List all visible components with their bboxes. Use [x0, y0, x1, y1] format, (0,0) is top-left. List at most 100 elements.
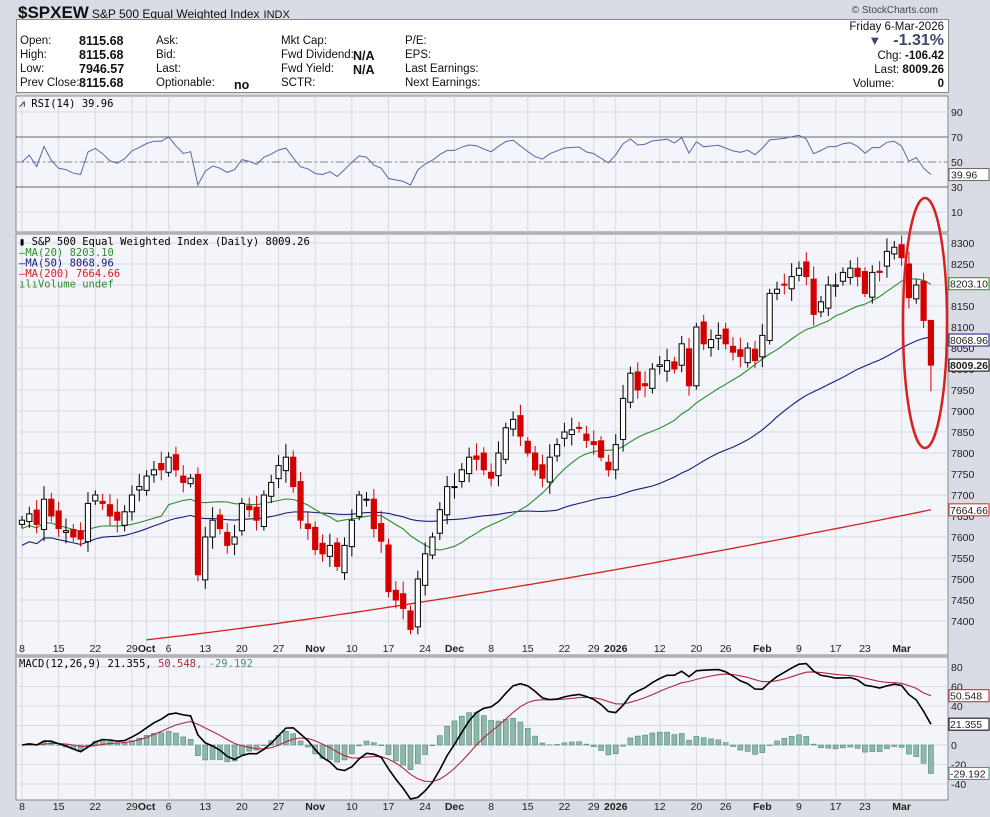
candle-body [825, 284, 832, 309]
candle-body [473, 455, 480, 460]
candle-body [451, 486, 458, 489]
macd-histogram-bar [253, 744, 260, 751]
macd-x-tick-label: Mar [892, 801, 911, 813]
rsi-legend: ⩘ RSI(14) 39.96 [19, 98, 113, 110]
macd-tick-label: -40 [951, 779, 966, 791]
macd-x-tick-label: 13 [199, 801, 211, 813]
x-tick-label: 26 [720, 643, 732, 655]
price-tag-ma200: 7664.66 [950, 505, 988, 517]
candle-body [876, 270, 883, 273]
candle [502, 422, 509, 464]
macd-legend-part: 50.548 [158, 658, 196, 670]
macd-histogram-bar [393, 744, 399, 762]
macd-x-tick-label: 24 [419, 801, 431, 813]
macd-histogram-bar [678, 733, 685, 746]
macd-histogram-bar [334, 744, 340, 763]
candle-body [40, 498, 48, 530]
rsi-tick-label: 90 [951, 107, 963, 119]
macd-histogram-bar [502, 718, 509, 746]
macd-legend-part: MACD(12,26,9) 21.355, [19, 658, 158, 670]
macd-histogram-bar [349, 744, 355, 755]
macd-histogram-bar [121, 742, 128, 746]
x-tick-label: 22 [559, 643, 571, 655]
x-tick-label: 29 [588, 643, 600, 655]
candle-body [246, 505, 253, 511]
candle-body [781, 283, 788, 286]
macd-histogram-bar [642, 734, 648, 746]
macd-histogram-bar [920, 744, 927, 764]
candle-body [832, 284, 839, 287]
macd-histogram-bar [656, 731, 663, 746]
macd-histogram-bar [539, 742, 546, 746]
candle-body [854, 267, 861, 278]
macd-histogram-bar [759, 744, 766, 753]
candle-body [913, 284, 920, 300]
candle [627, 366, 634, 409]
candle-body [759, 334, 766, 358]
price-tick-label: 8100 [951, 322, 975, 334]
macd-histogram-bar [818, 744, 824, 749]
candle-body [502, 427, 509, 460]
macd-x-tick-label: 22 [89, 801, 101, 813]
candle-body [187, 477, 194, 485]
macd-histogram-bar [568, 741, 575, 746]
candle-body [517, 415, 524, 437]
macd-histogram-bar [466, 712, 472, 746]
macd-histogram-bar [437, 735, 443, 746]
macd-histogram-bar [202, 744, 209, 761]
x-tick-label: 8 [19, 643, 25, 655]
candle-body [422, 553, 429, 586]
macd-histogram-bar [788, 735, 795, 746]
candle-body [407, 610, 414, 630]
macd-histogram-bar [532, 735, 538, 746]
rsi-tick-label: 70 [951, 132, 963, 144]
macd-histogram-bar [187, 739, 194, 746]
macd-histogram-bar [305, 744, 311, 748]
candle-body [143, 475, 150, 491]
candle-body [414, 578, 421, 628]
macd-histogram-bar [898, 744, 905, 748]
candle-body [839, 271, 847, 282]
candle-body [488, 471, 495, 479]
rsi-tick-label: 10 [951, 207, 963, 219]
macd-tick-label: 0 [951, 740, 957, 752]
macd-histogram-bar [796, 734, 802, 746]
candle-body [810, 278, 817, 315]
x-tick-label: Oct [138, 643, 156, 655]
candle-body [524, 440, 531, 454]
macd-x-tick-label: 15 [522, 801, 534, 813]
price-tick-label: 8250 [951, 259, 975, 271]
macd-histogram-bar [722, 742, 729, 746]
candle-body [436, 509, 443, 534]
macd-x-tick-label: Feb [753, 801, 772, 813]
candle [693, 322, 700, 390]
macd-histogram-bar [517, 721, 524, 746]
price-tick-label: 7900 [951, 406, 975, 418]
x-tick-label: Feb [753, 643, 772, 655]
chart-canvas[interactable]: 7400745075007550760076507700775078007850… [0, 0, 990, 817]
candle-body [883, 250, 891, 267]
candle-body [150, 469, 158, 476]
price-tick-label: 7700 [951, 490, 975, 502]
candle [194, 467, 202, 582]
candle-body [114, 511, 121, 521]
candle-body [444, 486, 451, 516]
candle-body [649, 368, 656, 389]
macd-histogram-bar [444, 725, 450, 746]
macd-histogram-bar [832, 744, 839, 750]
macd-x-tick-label: 6 [166, 801, 172, 813]
x-tick-label: 17 [383, 643, 395, 655]
candle-body [26, 513, 33, 522]
legend-item: ılıVolume undef [19, 279, 114, 291]
candle-body [729, 345, 737, 353]
candle-body [48, 498, 55, 517]
macd-histogram-bar [847, 744, 854, 748]
price-tick-label: 7400 [951, 616, 975, 628]
candle-body [165, 456, 172, 473]
candle-body [304, 523, 311, 530]
candle-body [678, 343, 685, 366]
price-tick-label: 7750 [951, 469, 975, 481]
macd-histogram-bar [561, 742, 568, 746]
candle-body [77, 530, 84, 540]
candle-body [92, 494, 99, 502]
